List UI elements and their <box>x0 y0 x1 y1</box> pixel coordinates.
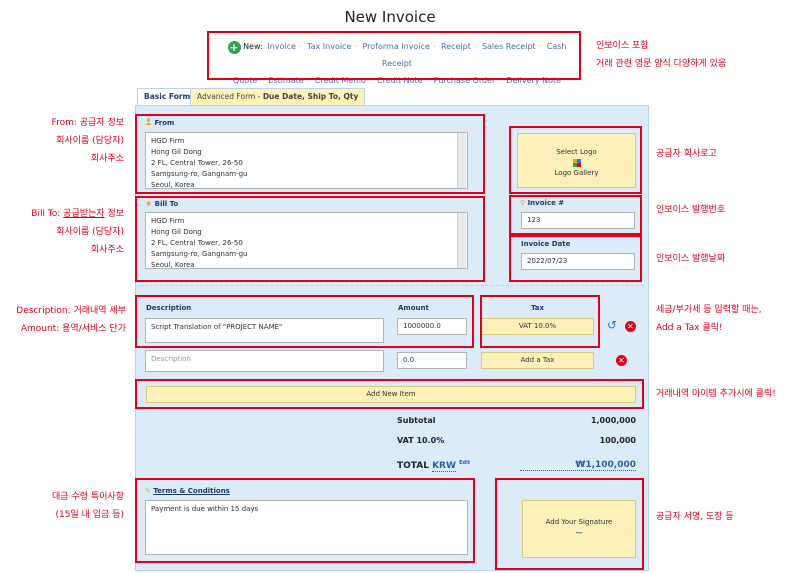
annotation-logo: 공급자 회사로고 <box>656 149 717 159</box>
annotation-line: Description: 거래내역 세부 <box>16 306 126 316</box>
subtotal-value: 1,000,000 <box>590 416 636 425</box>
annotation-line: 회사주소 <box>90 245 124 255</box>
item2-description-input[interactable]: Description <box>145 350 384 372</box>
annotation-add-item: 거래내역 아이템 추가시에 클릭! <box>656 389 776 399</box>
subtotal-label: Subtotal <box>397 416 436 425</box>
total-value: ₩1,100,000 <box>520 460 636 471</box>
annotation-line: (15일 내 입금 등) <box>55 510 124 520</box>
currency-edit-link[interactable]: Edit <box>459 460 470 466</box>
annotation-line: From: 공급자 정보 <box>51 118 124 128</box>
tab-basic-form[interactable]: Basic Form <box>137 88 198 106</box>
currency-select[interactable]: KRW <box>432 461 456 472</box>
annotation-line: 거래 관련 영문 양식 다양하게 있음 <box>596 59 727 69</box>
annotation-invoice-date: 인보이스 발행날짜 <box>656 254 726 264</box>
delete-item2-icon[interactable]: ✕ <box>616 355 627 366</box>
annotation-text: 공급받는자 <box>63 209 105 219</box>
annotation-box-tax <box>480 295 600 348</box>
tab-advanced-prefix: Advanced Form - <box>197 92 263 101</box>
annotation-description: Description: 거래내역 세부 Amount: 용역/서비스 단가 <box>0 302 126 338</box>
annotation-line: 인보이스 포함 <box>596 41 649 51</box>
divider <box>140 285 644 286</box>
annotation-box-add-item <box>135 379 644 409</box>
annotation-box-from <box>135 114 485 194</box>
annotation-line: 대금 수령 특이사항 <box>52 492 124 502</box>
annotation-bill-to: Bill To: 공급받는자 정보 회사이름 (담당자) 회사주소 <box>0 205 124 259</box>
vat-value: 100,000 <box>599 436 636 445</box>
annotation-box-signature <box>495 478 644 570</box>
annotation-box-invoice-number <box>509 195 642 235</box>
annotation-line: Add a Tax 클릭! <box>656 323 723 333</box>
vat-label: VAT 10.0% <box>397 436 445 445</box>
annotation-line: 회사이름 (담당자) <box>56 136 124 146</box>
annotation-line: 세금/부가세 등 입력할 때는, <box>656 305 762 315</box>
annotation-doc-types: 인보이스 포함 거래 관련 영문 양식 다양하게 있음 <box>596 37 796 73</box>
annotation-invoice-number: 인보이스 발행번호 <box>656 205 726 215</box>
delete-item-icon[interactable]: ✕ <box>625 321 636 332</box>
annotation-box-description <box>135 295 474 348</box>
annotation-text: Bill To: <box>31 209 64 219</box>
total-label: TOTAL <box>397 461 429 471</box>
annotation-signature: 공급자 서명, 도장 등 <box>656 512 734 522</box>
page-title: New Invoice <box>344 8 436 26</box>
add-tax-button[interactable]: Add a Tax <box>481 352 594 369</box>
annotation-terms: 대금 수령 특이사항 (15일 내 입금 등) <box>0 488 124 524</box>
annotation-line: Bill To: 공급받는자 정보 <box>0 205 124 223</box>
total-label-group: TOTAL KRW Edit <box>397 460 470 472</box>
tab-advanced-detail: Due Date, Ship To, Qty <box>262 92 359 101</box>
annotation-box-bill-to <box>135 196 485 282</box>
item2-amount-input[interactable]: 0.0 <box>397 352 467 369</box>
annotation-line: 회사이름 (담당자) <box>56 227 124 237</box>
annotation-box-terms <box>135 478 475 563</box>
annotation-text: 정보 <box>104 209 124 219</box>
annotation-box-logo <box>509 126 642 194</box>
tab-advanced-form[interactable]: Advanced Form - Due Date, Ship To, Qty <box>190 88 366 106</box>
annotation-line: 회사주소 <box>90 154 124 164</box>
annotation-line: Amount: 용역/서비스 단가 <box>20 324 126 334</box>
annotation-box-invoice-date <box>509 235 642 282</box>
annotation-from: From: 공급자 정보 회사이름 (담당자) 회사주소 <box>0 114 124 168</box>
annotation-box-doc-types <box>207 31 581 80</box>
annotation-tax: 세금/부가세 등 입력할 때는, Add a Tax 클릭! <box>656 301 796 337</box>
undo-icon[interactable]: ↺ <box>607 318 617 332</box>
